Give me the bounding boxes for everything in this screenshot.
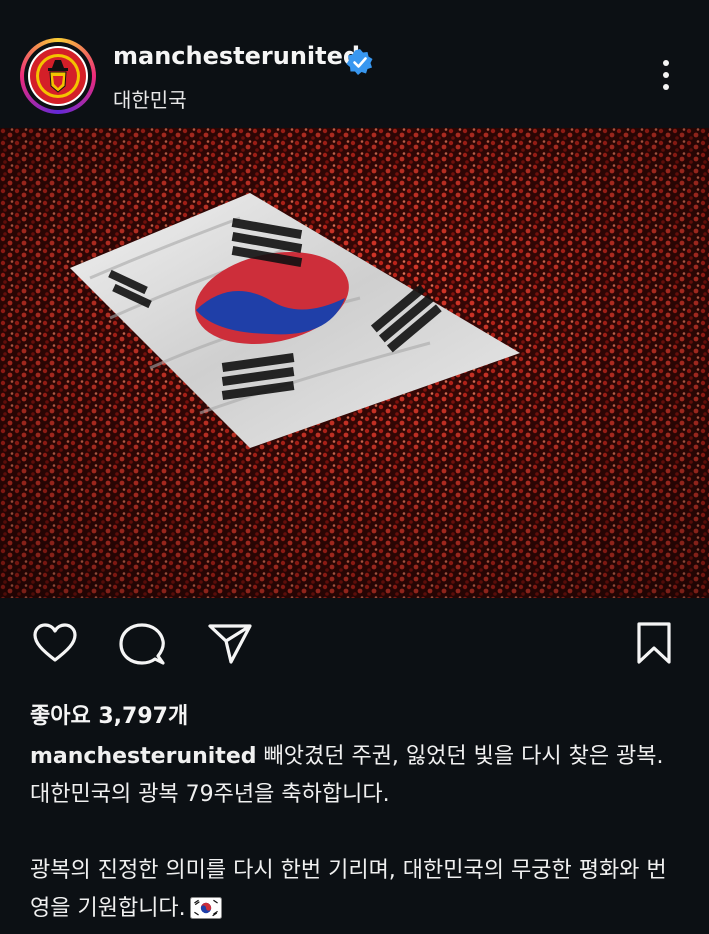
post-caption: manchesterunited 빼앗겼던 주권, 잃었던 빛을 다시 찾은 광… [30,738,680,928]
post-location[interactable]: 대한민국 [113,84,187,113]
avatar[interactable] [28,46,88,106]
verified-badge-icon [346,49,373,75]
comment-icon[interactable] [118,622,166,666]
post-header: manchesterunited 대한민국 [0,0,709,128]
bookmark-icon[interactable] [634,620,674,666]
post-actions [0,598,709,688]
heart-icon[interactable] [32,622,78,664]
south-korea-flag-icon [189,897,222,919]
post-image[interactable] [0,128,709,598]
caption-username[interactable]: manchesterunited [30,744,257,769]
more-options-icon[interactable] [654,60,678,96]
caption-paragraph-1: manchesterunited 빼앗겼던 주권, 잃었던 빛을 다시 찾은 광… [30,738,680,814]
send-icon[interactable] [206,622,254,666]
story-ring[interactable] [20,38,96,114]
club-crest-icon [30,48,86,104]
crowd-with-flag-image [0,128,709,598]
caption-paragraph-2: 광복의 진정한 의미를 다시 한번 기리며, 대한민국의 무궁한 평화와 번영을… [30,852,680,928]
post-username[interactable]: manchesterunited [113,42,360,70]
likes-count[interactable]: 좋아요 3,797개 [30,698,188,730]
caption-text-2: 광복의 진정한 의미를 다시 한번 기리며, 대한민국의 무궁한 평화와 번영을… [30,858,667,921]
